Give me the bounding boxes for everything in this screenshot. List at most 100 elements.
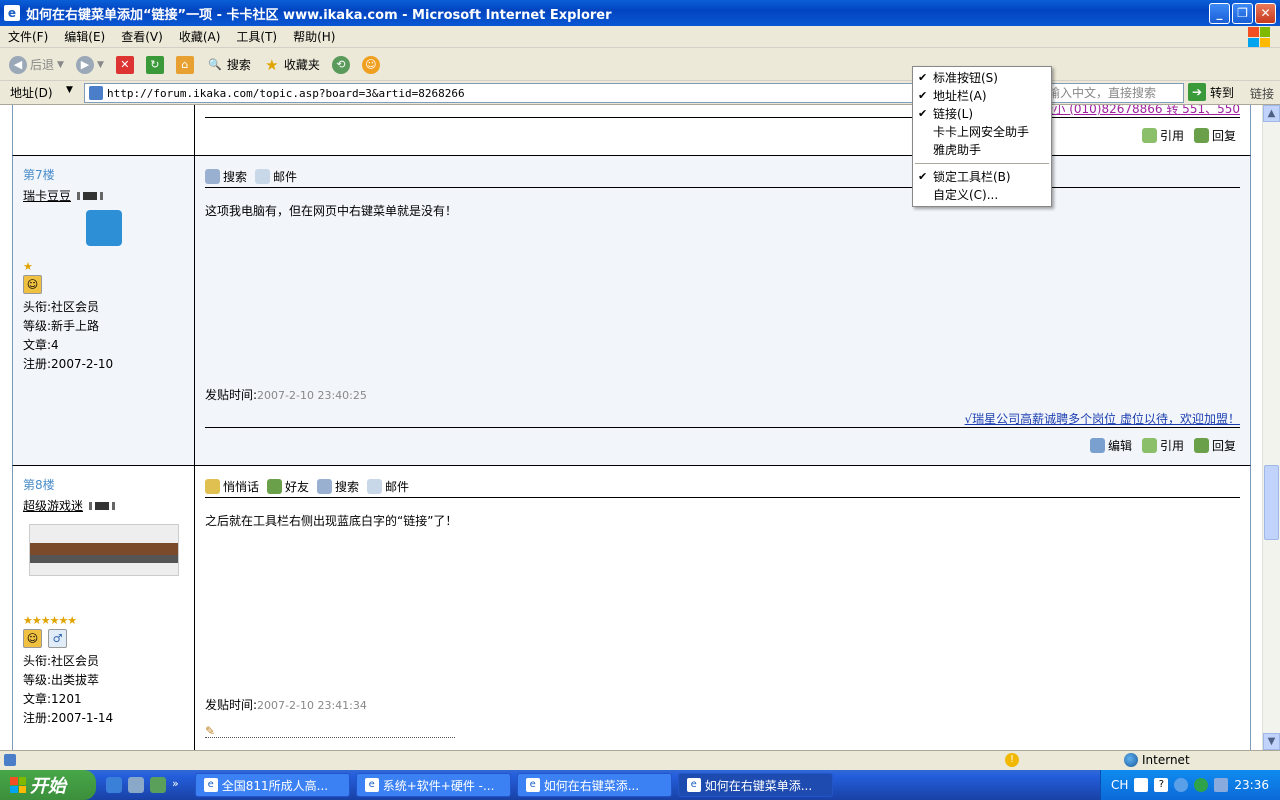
post-bottom-actions: 编辑 引用 回复 xyxy=(1089,437,1236,454)
security-zone: Internet xyxy=(1124,753,1190,767)
add-friend-button[interactable]: 好友 xyxy=(267,478,309,495)
checkmark-icon: ✔ xyxy=(918,107,928,120)
checkmark-icon: ✔ xyxy=(918,89,928,102)
search-user-button[interactable]: 搜索 xyxy=(317,478,359,495)
home-icon: ⌂ xyxy=(175,55,194,74)
windows-flag-icon xyxy=(10,777,26,793)
username-link[interactable]: 瑞卡豆豆 xyxy=(23,187,184,204)
star-icon: ★ xyxy=(265,55,279,74)
globe-icon xyxy=(1124,753,1138,767)
go-arrow-icon: ➔ xyxy=(1188,83,1206,101)
refresh-icon: ↻ xyxy=(145,55,164,74)
menu-item-yahoo-assistant[interactable]: 雅虎助手 xyxy=(913,141,1051,159)
email-button[interactable]: 邮件 xyxy=(255,168,297,185)
menu-item-links[interactable]: ✔ 链接(L) xyxy=(913,105,1051,123)
search-user-button[interactable]: 搜索 xyxy=(205,168,247,185)
taskbar-button[interactable]: e 系统+软件+硬件 -... xyxy=(355,773,511,797)
start-button[interactable]: 开始 xyxy=(0,770,96,800)
user-level: 等级:新手上路 xyxy=(23,319,100,333)
menu-item-standard-buttons[interactable]: ✔ 标准按钮(S) xyxy=(913,69,1051,87)
help-icon[interactable]: ? xyxy=(1154,778,1169,792)
reply-button[interactable]: 回复 xyxy=(1193,127,1236,144)
checkmark-icon: ✔ xyxy=(918,71,928,84)
avatar xyxy=(85,210,122,246)
window-controls: _ ❐ ✕ xyxy=(1209,3,1276,24)
stop-button[interactable]: ✕ xyxy=(113,54,137,76)
quote-icon xyxy=(1141,438,1157,453)
menu-view[interactable]: 查看(V) xyxy=(113,28,171,45)
search-box-placeholder[interactable]: 输入中文，直接搜索 xyxy=(1048,84,1156,101)
menu-tools[interactable]: 工具(T) xyxy=(228,28,285,45)
taskbar-button[interactable]: e 如何在右键菜添... xyxy=(516,773,672,797)
messenger-icon: ☺ xyxy=(361,55,380,74)
go-button[interactable]: ➔ 转到 xyxy=(1188,83,1234,101)
username-link[interactable]: 超级游戏迷 xyxy=(23,497,184,514)
stop-icon: ✕ xyxy=(115,55,134,74)
private-message-button[interactable]: 悄悄话 xyxy=(205,478,259,495)
keyboard-icon[interactable] xyxy=(1134,778,1149,792)
menu-favorites[interactable]: 收藏(A) xyxy=(171,28,229,45)
menu-item-lock-toolbars[interactable]: ✔ 锁定工具栏(B) xyxy=(913,168,1051,186)
antivirus-tray-icon[interactable] xyxy=(1194,778,1209,792)
search-button[interactable]: 🔍 搜索 xyxy=(203,54,254,76)
post-content: 这项我电脑有，但在网页中右键菜单就是没有！ xyxy=(205,204,458,218)
messenger-quicklaunch-icon[interactable] xyxy=(150,777,166,793)
show-desktop-icon[interactable] xyxy=(128,777,144,793)
ad-link[interactable]: √瑞星公司高薪诚聘多个岗位 虚位以待，欢迎加盟！ xyxy=(965,410,1240,427)
menu-edit[interactable]: 编辑(E) xyxy=(56,28,113,45)
show-hidden-icons[interactable] xyxy=(1174,778,1189,792)
back-button[interactable]: ◀ 后退 ▼ xyxy=(6,54,67,76)
email-button[interactable]: 邮件 xyxy=(367,478,409,495)
volume-icon[interactable] xyxy=(1214,778,1229,792)
edit-button[interactable]: 编辑 xyxy=(1089,437,1132,454)
rank-stars: ★★★★★★ xyxy=(23,614,77,627)
reply-icon xyxy=(1193,438,1209,453)
menu-file[interactable]: 文件(F) xyxy=(0,28,56,45)
smiley-badge-icon: ☺ xyxy=(23,275,42,294)
menu-item-customize[interactable]: 自定义(C)... xyxy=(913,186,1051,204)
taskbar-button-active[interactable]: e 如何在右键菜单添... xyxy=(677,773,833,797)
user-info: 头衔:社区会员 等级:新手上路 文章:4 注册:2007-2-10 xyxy=(23,298,184,374)
ie-icon: e xyxy=(364,778,379,792)
favorites-button[interactable]: ★ 收藏夹 xyxy=(260,54,323,76)
signature-divider: ✎ xyxy=(205,724,455,738)
close-button[interactable]: ✕ xyxy=(1255,3,1276,24)
scroll-up-button[interactable]: ▲ xyxy=(1263,105,1280,122)
history-button[interactable]: ⟲ xyxy=(329,54,353,76)
user-registered: 注册:2007-2-10 xyxy=(23,357,114,371)
chevron-right-icon[interactable]: » xyxy=(172,777,179,793)
maximize-button[interactable]: ❐ xyxy=(1232,3,1253,24)
quote-button[interactable]: 引用 xyxy=(1141,127,1184,144)
quote-button[interactable]: 引用 xyxy=(1141,437,1184,454)
vertical-scrollbar[interactable]: ▲ ▼ xyxy=(1262,105,1280,750)
menu-help[interactable]: 帮助(H) xyxy=(285,28,343,45)
scroll-down-button[interactable]: ▼ xyxy=(1263,733,1280,750)
scroll-thumb[interactable] xyxy=(1264,465,1279,540)
ime-indicator[interactable]: CH xyxy=(1111,778,1128,792)
post-content: 之后就在工具栏右侧出现蓝底白字的“链接”了！ xyxy=(205,514,458,528)
user-level: 等级:出类拔萃 xyxy=(23,673,100,687)
user-title: 头衔:社区会员 xyxy=(23,300,100,314)
forward-button[interactable]: ▶ ▼ xyxy=(73,54,107,76)
warning-icon[interactable]: ! xyxy=(1005,753,1019,767)
menu-item-address-bar[interactable]: ✔ 地址栏(A) xyxy=(913,87,1051,105)
reply-icon xyxy=(1193,128,1209,143)
messenger-button[interactable]: ☺ xyxy=(359,54,383,76)
home-button[interactable]: ⌂ xyxy=(173,54,197,76)
search-doc-icon xyxy=(317,479,333,494)
previous-post-tail: √瑞星…至最小 (010)82678866 转 551、550 引用 回复 xyxy=(12,105,1251,156)
rank-stars: ★ xyxy=(23,260,33,273)
ie-icon: e xyxy=(203,778,218,792)
refresh-button[interactable]: ↻ xyxy=(143,54,167,76)
post-body: 悄悄话 好友 搜索 邮件 之后就在工具栏右侧出现蓝底白字的“链接”了！ xyxy=(205,476,1240,529)
ie-quicklaunch-icon[interactable] xyxy=(106,777,122,793)
taskbar-button[interactable]: e 全国811所成人高... xyxy=(194,773,350,797)
reply-button[interactable]: 回复 xyxy=(1193,437,1236,454)
address-dropdown-icon[interactable]: ▼ xyxy=(66,85,73,95)
user-info: 头衔:社区会员 等级:出类拔萃 文章:1201 注册:2007-1-14 xyxy=(23,652,184,728)
minimize-button[interactable]: _ xyxy=(1209,3,1230,24)
quote-icon xyxy=(1141,128,1157,143)
menu-item-kaka-assistant[interactable]: 卡卡上网安全助手 xyxy=(913,123,1051,141)
menu-separator xyxy=(915,163,1049,164)
links-toolbar[interactable]: 链接 xyxy=(1250,85,1274,102)
